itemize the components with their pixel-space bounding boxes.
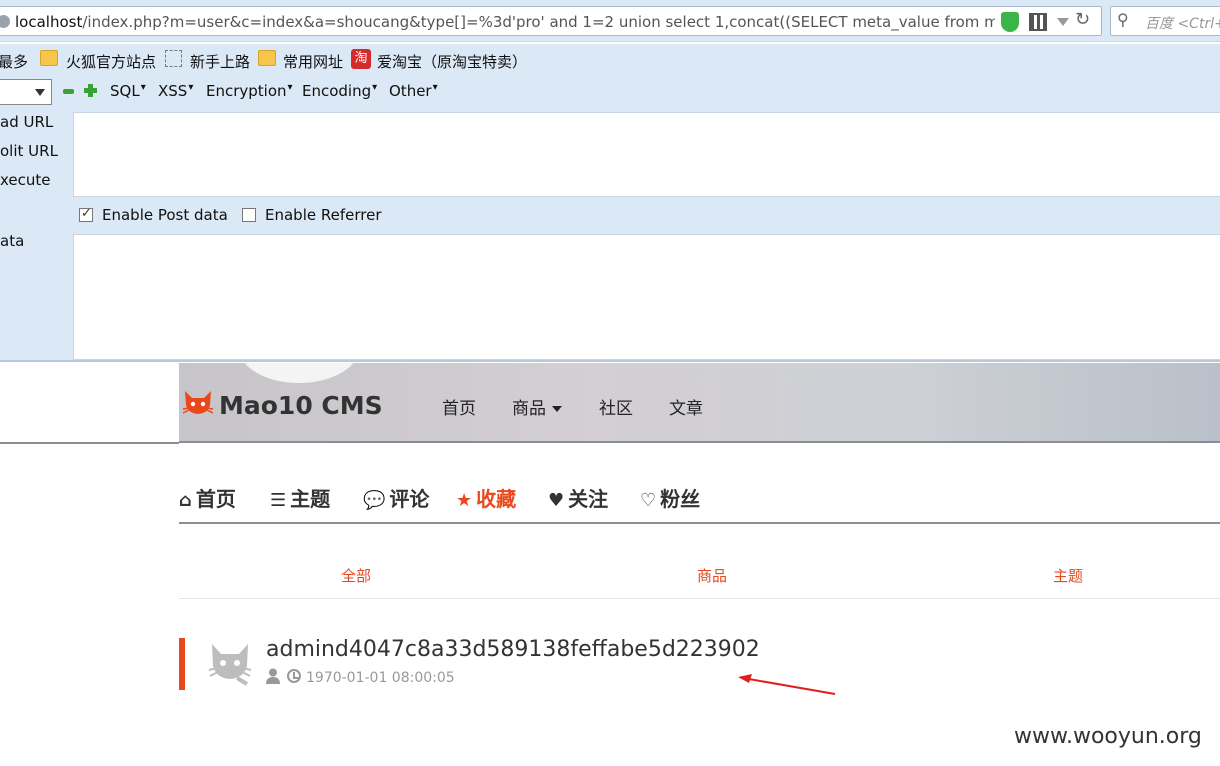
search-bar[interactable]: ⚲ 百度 <Ctrl+ bbox=[1110, 6, 1220, 36]
subtab-products[interactable]: 商品 bbox=[697, 565, 727, 586]
item-title[interactable]: admind4047c8a33d589138feffabe5d223902 bbox=[266, 637, 760, 662]
url-dropdown-icon[interactable] bbox=[1057, 18, 1069, 26]
folder-icon bbox=[40, 50, 58, 66]
subtabs-divider bbox=[179, 598, 1220, 599]
search-placeholder: 百度 <Ctrl+ bbox=[1145, 16, 1220, 32]
header-background-decoration bbox=[239, 363, 359, 383]
globe-icon bbox=[0, 15, 10, 28]
tab-fans[interactable]: ♡ 粉丝 bbox=[640, 483, 700, 512]
bookmark-firefox-official[interactable]: 火狐官方站点 bbox=[66, 51, 156, 72]
tab-favorites[interactable]: ★ 收藏 bbox=[456, 483, 516, 512]
hackbar-select[interactable] bbox=[0, 79, 52, 105]
qr-code-icon[interactable] bbox=[1029, 13, 1047, 31]
address-bar[interactable]: localhost/index.php?m=user&c=index&a=sho… bbox=[0, 6, 1102, 36]
bookmarks-bar: 最多 火狐官方站点 新手上路 常用网址 淘 爱淘宝（原淘宝特卖） bbox=[0, 44, 1220, 76]
chevron-down-icon bbox=[552, 406, 562, 412]
clock-icon bbox=[287, 669, 301, 683]
tab-following[interactable]: ♥ 关注 bbox=[548, 483, 608, 512]
browser-toolbar: localhost/index.php?m=user&c=index&a=sho… bbox=[0, 0, 1220, 42]
divider bbox=[0, 442, 179, 444]
star-icon: ★ bbox=[456, 490, 473, 511]
nav-community[interactable]: 社区 bbox=[599, 394, 633, 419]
bookmark-taobao[interactable]: 爱淘宝（原淘宝特卖） bbox=[377, 51, 527, 72]
home-icon: ⌂ bbox=[179, 490, 192, 511]
tab-comments[interactable]: 💬 评论 bbox=[363, 483, 429, 512]
enable-post-label: Enable Post data bbox=[102, 206, 228, 224]
item-accent-bar bbox=[179, 638, 185, 690]
hackbar-panel: SQL▾ XSS▾ Encryption▾ Encoding▾ Other▾ a… bbox=[0, 76, 1220, 362]
search-icon: ⚲ bbox=[1117, 10, 1129, 29]
folder-icon bbox=[258, 50, 276, 66]
nav-home[interactable]: 首页 bbox=[442, 394, 476, 419]
decrease-icon[interactable] bbox=[63, 89, 74, 94]
tabs-divider bbox=[179, 522, 1220, 524]
annotation-arrow bbox=[738, 674, 836, 695]
site-header: Mao10 CMS 首页 商品 社区 文章 bbox=[179, 363, 1220, 443]
menu-encoding[interactable]: Encoding▾ bbox=[302, 82, 377, 100]
execute-button[interactable]: xecute bbox=[0, 171, 51, 189]
url-text[interactable]: localhost/index.php?m=user&c=index&a=sho… bbox=[15, 13, 995, 31]
nav-articles[interactable]: 文章 bbox=[669, 394, 703, 419]
post-data-textarea[interactable] bbox=[73, 234, 1220, 360]
subtab-all[interactable]: 全部 bbox=[341, 565, 371, 586]
enable-post-checkbox[interactable] bbox=[79, 206, 93, 222]
heart-icon: ♥ bbox=[548, 490, 565, 511]
menu-sql[interactable]: SQL▾ bbox=[110, 82, 146, 100]
cat-logo-icon[interactable] bbox=[183, 389, 213, 417]
load-url-button[interactable]: ad URL bbox=[0, 113, 53, 131]
site-logo-text[interactable]: Mao10 CMS bbox=[219, 391, 383, 420]
menu-other[interactable]: Other▾ bbox=[389, 82, 438, 100]
url-textarea[interactable] bbox=[73, 112, 1220, 197]
list-icon: ☰ bbox=[270, 490, 287, 511]
post-data-label: ata bbox=[0, 232, 25, 250]
heart-outline-icon: ♡ bbox=[640, 490, 657, 511]
taobao-icon: 淘 bbox=[351, 49, 371, 69]
avatar[interactable] bbox=[207, 640, 253, 686]
watermark: www.wooyun.org bbox=[1014, 724, 1202, 749]
item-date: 1970-01-01 08:00:05 bbox=[306, 670, 455, 686]
bookmark-getting-started[interactable]: 新手上路 bbox=[190, 51, 250, 72]
security-shield-icon[interactable] bbox=[1001, 12, 1019, 32]
increase-icon[interactable] bbox=[84, 84, 97, 97]
subtab-topics[interactable]: 主题 bbox=[1053, 565, 1083, 586]
tab-home[interactable]: ⌂ 首页 bbox=[179, 483, 236, 512]
comments-icon: 💬 bbox=[363, 490, 386, 511]
tab-topics[interactable]: ☰ 主题 bbox=[270, 483, 330, 512]
bookmark-most-visited[interactable]: 最多 bbox=[0, 51, 28, 72]
bookmark-common-sites[interactable]: 常用网址 bbox=[283, 51, 343, 72]
menu-encryption[interactable]: Encryption▾ bbox=[206, 82, 293, 100]
menu-xss[interactable]: XSS▾ bbox=[158, 82, 193, 100]
enable-referrer-checkbox[interactable] bbox=[242, 208, 256, 222]
enable-referrer-label: Enable Referrer bbox=[265, 206, 382, 224]
user-icon bbox=[266, 668, 280, 684]
split-url-button[interactable]: olit URL bbox=[0, 142, 58, 160]
nav-products[interactable]: 商品 bbox=[512, 394, 562, 419]
dashed-page-icon bbox=[165, 50, 182, 67]
reload-icon[interactable]: ↻ bbox=[1075, 9, 1090, 30]
